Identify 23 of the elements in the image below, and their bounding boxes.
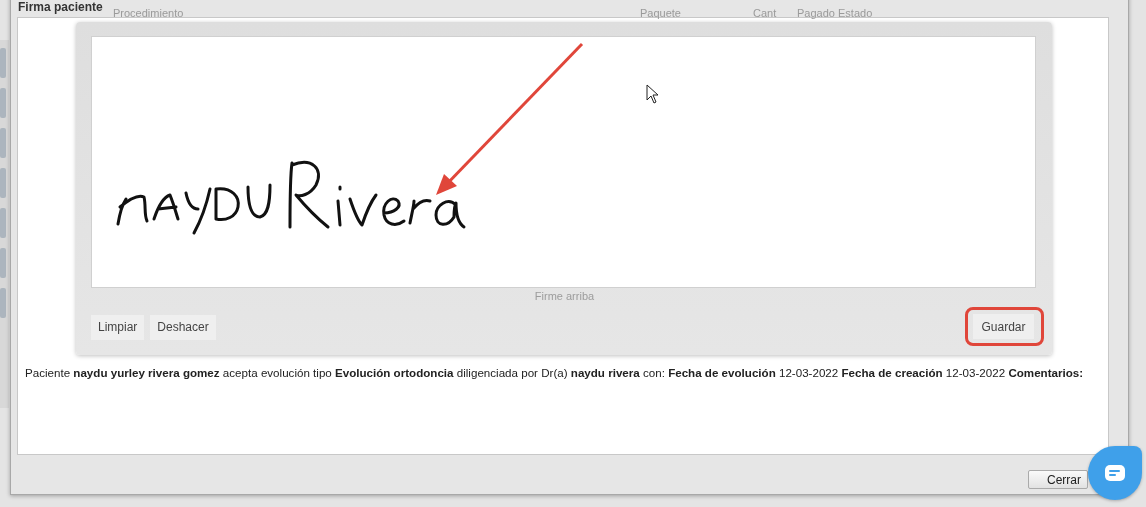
pad-button[interactable]: Deshacer bbox=[150, 314, 216, 340]
toolbar-icon[interactable] bbox=[0, 208, 6, 238]
pad-button[interactable]: Limpiar bbox=[91, 314, 145, 340]
chat-icon bbox=[1104, 464, 1126, 482]
column-header: Estado bbox=[838, 7, 874, 19]
column-header: Pagado bbox=[797, 7, 836, 19]
column-header: Procedimiento bbox=[113, 7, 185, 19]
toolbar-icon[interactable] bbox=[0, 248, 6, 278]
toolbar-icon[interactable] bbox=[0, 88, 6, 118]
chat-button[interactable] bbox=[1088, 446, 1142, 500]
toolbar-icon[interactable] bbox=[0, 128, 6, 158]
cursor-icon bbox=[646, 84, 659, 104]
toolbar-icon[interactable] bbox=[0, 288, 6, 318]
dialog-title: Firma paciente bbox=[18, 0, 103, 14]
signature-hint: Firme arriba bbox=[533, 290, 596, 303]
column-header: Paquete bbox=[640, 7, 682, 19]
toolbar-icon[interactable] bbox=[0, 48, 6, 78]
column-header: Cant bbox=[753, 7, 778, 19]
toolbar-icon[interactable] bbox=[0, 168, 6, 198]
close-button[interactable]: Cerrar bbox=[1028, 470, 1088, 489]
signature-canvas[interactable] bbox=[91, 36, 1036, 288]
save-button[interactable]: Guardar bbox=[973, 314, 1034, 339]
consent-text: Paciente naydu yurley rivera gomez acepta evolución tipo Evolución ortodoncia diligenciada por Dr(a) naydu rivera con: Fecha de evolución 12-03-2022 Fecha de creación 12-03-2022 Comentarios: bbox=[25, 366, 1085, 379]
